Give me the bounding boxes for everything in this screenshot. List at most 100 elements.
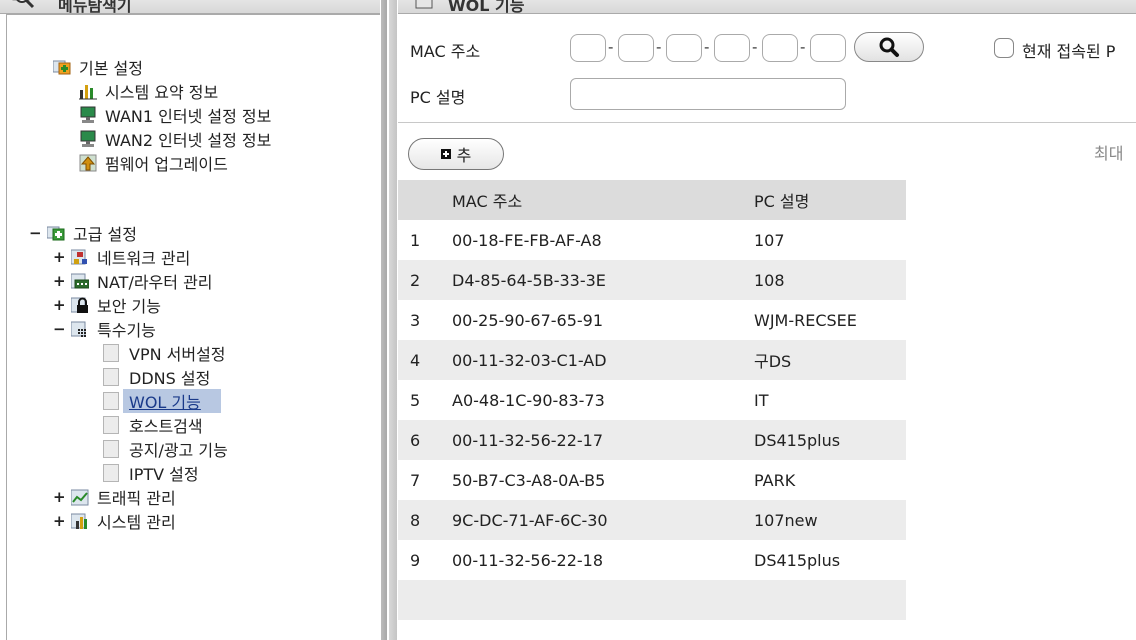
mac-separator: - <box>752 38 758 56</box>
expand-toggle[interactable]: + <box>53 512 66 530</box>
tree-node-security[interactable]: + 보안 기능 <box>53 293 161 317</box>
row-pc-description: 107 <box>754 230 785 250</box>
row-pc-description: WJM-RECSEE <box>754 310 857 330</box>
connected-pc-label: 현재 접속된 P <box>1022 42 1116 61</box>
tree-node-special-functions[interactable]: − 특수기능 <box>53 317 156 341</box>
mac-address-label: MAC 주소 <box>410 42 481 61</box>
row-number: 8 <box>410 510 421 530</box>
row-number: 7 <box>410 470 421 490</box>
tree-item-wan2-info[interactable]: WAN2 인터넷 설정 정보 <box>79 127 271 151</box>
row-number: 5 <box>410 390 421 410</box>
monitor-icon <box>79 106 97 124</box>
row-pc-description: DS415plus <box>754 430 841 450</box>
tree-item-notice-ad[interactable]: 공지/광고 기능 <box>103 437 228 461</box>
mac-separator: - <box>608 38 614 56</box>
collapse-toggle[interactable]: − <box>53 320 66 338</box>
mac-separator: - <box>704 38 710 56</box>
row-number: 2 <box>410 270 421 290</box>
max-count-label: 최대 <box>1094 144 1124 163</box>
connected-pc-checkbox[interactable] <box>994 38 1014 58</box>
table-row[interactable]: 6 00-11-32-56-22-17 DS415plus <box>398 420 906 460</box>
column-header-pc-description: PC 설명 <box>754 192 810 211</box>
mac-octet-input-6[interactable] <box>810 34 846 62</box>
row-number: 9 <box>410 550 421 570</box>
row-mac-address: A0-48-1C-90-83-73 <box>452 390 605 410</box>
page-icon <box>103 368 119 386</box>
content-header: WOL 기능 <box>398 0 1136 15</box>
splitter-bar <box>389 0 397 640</box>
tree-item-wol[interactable]: WOL 기능 <box>103 389 221 413</box>
table-row[interactable]: 8 9C-DC-71-AF-6C-30 107new <box>398 500 906 540</box>
page-icon <box>103 416 119 434</box>
tree-node-network[interactable]: + 네트워크 관리 <box>53 245 190 269</box>
pc-description-label: PC 설명 <box>410 88 466 107</box>
search-button[interactable] <box>854 32 924 62</box>
table-row[interactable]: 2 D4-85-64-5B-33-3E 108 <box>398 260 906 300</box>
collapse-toggle[interactable]: − <box>29 224 42 242</box>
tree-node-nat-router[interactable]: + NAT/라우터 관리 <box>53 269 213 293</box>
tree-node-system[interactable]: + 시스템 관리 <box>53 509 176 533</box>
menu-explorer-panel: 메뉴탐색기 기본 설정 시스템 요약 정보 WAN1 인터넷 설정 정보 WAN… <box>0 0 380 640</box>
plus-box-icon <box>440 149 451 159</box>
page-title: WOL 기능 <box>448 0 525 15</box>
tree-item-wan1-info[interactable]: WAN1 인터넷 설정 정보 <box>79 103 271 127</box>
table-row[interactable]: 9 00-11-32-56-22-18 DS415plus <box>398 540 906 580</box>
mac-octet-input-5[interactable] <box>762 34 798 62</box>
column-header-mac: MAC 주소 <box>452 192 523 211</box>
row-mac-address: 00-25-90-67-65-91 <box>452 310 604 330</box>
mac-octet-input-2[interactable] <box>618 34 654 62</box>
expand-toggle[interactable]: + <box>53 296 66 314</box>
mac-octet-input-1[interactable] <box>570 34 606 62</box>
row-number: 6 <box>410 430 421 450</box>
page-icon <box>103 464 119 482</box>
mac-separator: - <box>656 38 662 56</box>
expand-toggle[interactable]: + <box>53 248 66 266</box>
page-icon <box>103 392 119 410</box>
row-number: 1 <box>410 230 421 250</box>
table-row[interactable]: 7 50-B7-C3-A8-0A-B5 PARK <box>398 460 906 500</box>
table-body: 1 00-18-FE-FB-AF-A8 107 2 D4-85-64-5B-33-3E 1… <box>398 220 906 580</box>
row-pc-description: 구DS <box>754 352 792 371</box>
page-icon <box>103 440 119 458</box>
add-button[interactable]: 추 <box>408 138 504 170</box>
page-settings-icon <box>415 0 433 9</box>
mac-octet-input-4[interactable] <box>714 34 750 62</box>
row-mac-address: 00-18-FE-FB-AF-A8 <box>452 230 602 250</box>
tree-node-advanced-settings[interactable]: − 고급 설정 <box>29 221 137 245</box>
table-row[interactable]: 4 00-11-32-03-C1-AD 구DS <box>398 340 906 380</box>
panel-splitter[interactable] <box>380 0 398 640</box>
row-mac-address: 00-11-32-03-C1-AD <box>452 350 607 370</box>
row-mac-address: 00-11-32-56-22-17 <box>452 430 604 450</box>
table-header: MAC 주소 PC 설명 <box>398 180 906 220</box>
monitor-icon <box>79 130 97 148</box>
table-row[interactable]: 1 00-18-FE-FB-AF-A8 107 <box>398 220 906 260</box>
tree-item-ddns[interactable]: DDNS 설정 <box>103 365 210 389</box>
tree-item-system-summary[interactable]: 시스템 요약 정보 <box>79 79 218 103</box>
tree-node-basic-settings[interactable]: 기본 설정 <box>53 55 143 79</box>
row-mac-address: D4-85-64-5B-33-3E <box>452 270 606 290</box>
tree-item-host-search[interactable]: 호스트검색 <box>103 413 203 437</box>
upgrade-icon <box>79 154 97 172</box>
tree-item-iptv[interactable]: IPTV 설정 <box>103 461 199 485</box>
folder-settings-icon <box>47 224 65 242</box>
table-row[interactable]: 3 00-25-90-67-65-91 WJM-RECSEE <box>398 300 906 340</box>
tree-item-vpn-server[interactable]: VPN 서버설정 <box>103 341 226 365</box>
table-row[interactable]: 5 A0-48-1C-90-83-73 IT <box>398 380 906 420</box>
expand-toggle[interactable]: + <box>53 272 66 290</box>
menu-tree: 기본 설정 시스템 요약 정보 WAN1 인터넷 설정 정보 WAN2 인터넷 … <box>6 14 380 640</box>
bar-chart-icon <box>71 512 89 530</box>
row-mac-address: 9C-DC-71-AF-6C-30 <box>452 510 608 530</box>
splitter-bar <box>381 0 387 640</box>
row-mac-address: 00-11-32-56-22-18 <box>452 550 604 570</box>
traffic-chart-icon <box>71 488 89 506</box>
row-pc-description: 108 <box>754 270 785 290</box>
pc-description-input[interactable] <box>570 78 846 110</box>
row-number: 4 <box>410 350 421 370</box>
tree-node-traffic[interactable]: + 트래픽 관리 <box>53 485 176 509</box>
router-icon <box>71 272 89 290</box>
mac-octet-input-3[interactable] <box>666 34 702 62</box>
search-icon <box>879 37 899 57</box>
content-panel: WOL 기능 MAC 주소 - - - - - 현재 접속된 P PC 설명 추… <box>398 0 1136 640</box>
expand-toggle[interactable]: + <box>53 488 66 506</box>
tree-item-firmware-upgrade[interactable]: 펌웨어 업그레이드 <box>79 151 228 175</box>
